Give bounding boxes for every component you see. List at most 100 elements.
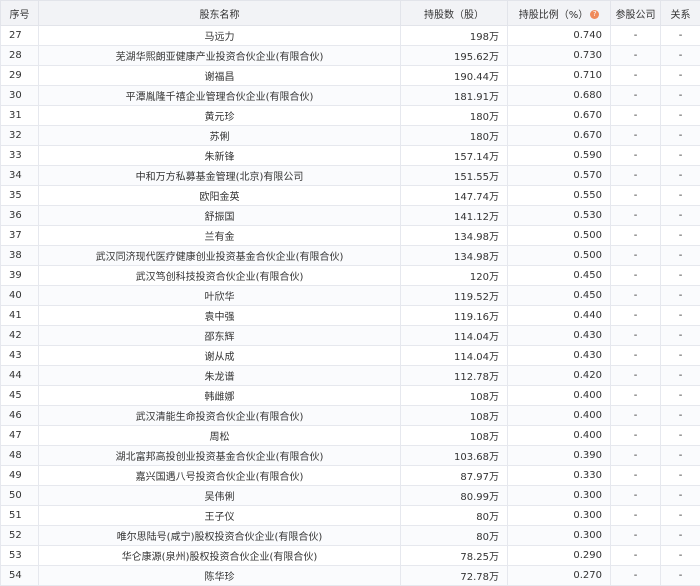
share-ratio: 0.450 <box>508 286 611 306</box>
table-row: 52唯尔思陆号(咸宁)股权投资合伙企业(有限合伙)80万0.300-- <box>1 526 700 546</box>
relation: - <box>661 446 700 466</box>
shareholder-name: 邵东辉 <box>39 326 401 346</box>
affiliated-company: - <box>611 166 661 186</box>
table-row: 39武汉笃创科技投资合伙企业(有限合伙)120万0.450-- <box>1 266 700 286</box>
row-index: 40 <box>1 286 39 306</box>
header-relation: 关系 <box>661 1 700 26</box>
row-index: 41 <box>1 306 39 326</box>
shares-count: 108万 <box>401 406 508 426</box>
share-ratio: 0.440 <box>508 306 611 326</box>
table-header-row: 序号 股东名称 持股数（股） 持股比例（%）? 参股公司 关系 <box>1 1 700 26</box>
shares-count: 134.98万 <box>401 246 508 266</box>
relation: - <box>661 466 700 486</box>
row-index: 39 <box>1 266 39 286</box>
affiliated-company: - <box>611 126 661 146</box>
share-ratio: 0.670 <box>508 106 611 126</box>
row-index: 33 <box>1 146 39 166</box>
affiliated-company: - <box>611 266 661 286</box>
row-index: 43 <box>1 346 39 366</box>
share-ratio: 0.570 <box>508 166 611 186</box>
relation: - <box>661 386 700 406</box>
shareholder-name: 唯尔思陆号(咸宁)股权投资合伙企业(有限合伙) <box>39 526 401 546</box>
row-index: 37 <box>1 226 39 246</box>
relation: - <box>661 486 700 506</box>
affiliated-company: - <box>611 66 661 86</box>
table-row: 32苏俐180万0.670-- <box>1 126 700 146</box>
shares-count: 134.98万 <box>401 226 508 246</box>
affiliated-company: - <box>611 206 661 226</box>
relation: - <box>661 366 700 386</box>
table-row: 54陈华珍72.78万0.270-- <box>1 566 700 586</box>
relation: - <box>661 506 700 526</box>
affiliated-company: - <box>611 346 661 366</box>
affiliated-company: - <box>611 386 661 406</box>
relation: - <box>661 326 700 346</box>
table-row: 36舒振国141.12万0.530-- <box>1 206 700 226</box>
row-index: 27 <box>1 26 39 46</box>
shares-count: 198万 <box>401 26 508 46</box>
shareholder-name: 武汉清能生命投资合伙企业(有限合伙) <box>39 406 401 426</box>
row-index: 35 <box>1 186 39 206</box>
share-ratio: 0.550 <box>508 186 611 206</box>
share-ratio: 0.500 <box>508 226 611 246</box>
shareholder-name: 湖北富邦高投创业投资基金合伙企业(有限合伙) <box>39 446 401 466</box>
shares-count: 114.04万 <box>401 326 508 346</box>
relation: - <box>661 226 700 246</box>
share-ratio: 0.400 <box>508 406 611 426</box>
shareholder-name: 芜湖华熙朗亚健康产业投资合伙企业(有限合伙) <box>39 46 401 66</box>
table-row: 45韩雌娜108万0.400-- <box>1 386 700 406</box>
shares-count: 80万 <box>401 506 508 526</box>
shareholder-name: 马远力 <box>39 26 401 46</box>
shareholder-name: 陈华珍 <box>39 566 401 586</box>
header-shares[interactable]: 持股数（股） <box>401 1 508 26</box>
row-index: 51 <box>1 506 39 526</box>
table-row: 42邵东辉114.04万0.430-- <box>1 326 700 346</box>
row-index: 28 <box>1 46 39 66</box>
relation: - <box>661 66 700 86</box>
table-row: 47周松108万0.400-- <box>1 426 700 446</box>
affiliated-company: - <box>611 406 661 426</box>
info-icon[interactable]: ? <box>590 10 599 19</box>
relation: - <box>661 306 700 326</box>
shareholder-name: 周松 <box>39 426 401 446</box>
table-row: 48湖北富邦高投创业投资基金合伙企业(有限合伙)103.68万0.390-- <box>1 446 700 466</box>
share-ratio: 0.300 <box>508 506 611 526</box>
share-ratio: 0.530 <box>508 206 611 226</box>
table-row: 33朱新锋157.14万0.590-- <box>1 146 700 166</box>
row-index: 31 <box>1 106 39 126</box>
relation: - <box>661 346 700 366</box>
table-row: 43谢从成114.04万0.430-- <box>1 346 700 366</box>
shares-count: 120万 <box>401 266 508 286</box>
shareholder-name: 叶欣华 <box>39 286 401 306</box>
table-row: 50吴伟俐80.99万0.300-- <box>1 486 700 506</box>
shareholder-name: 韩雌娜 <box>39 386 401 406</box>
table-row: 40叶欣华119.52万0.450-- <box>1 286 700 306</box>
row-index: 47 <box>1 426 39 446</box>
table-row: 37兰有金134.98万0.500-- <box>1 226 700 246</box>
shareholder-name: 王子仪 <box>39 506 401 526</box>
row-index: 48 <box>1 446 39 466</box>
row-index: 52 <box>1 526 39 546</box>
shares-count: 181.91万 <box>401 86 508 106</box>
row-index: 42 <box>1 326 39 346</box>
shareholder-name: 朱龙谱 <box>39 366 401 386</box>
affiliated-company: - <box>611 486 661 506</box>
table-row: 38武汉同济现代医疗健康创业投资基金合伙企业(有限合伙)134.98万0.500… <box>1 246 700 266</box>
shareholder-name: 朱新锋 <box>39 146 401 166</box>
header-company: 参股公司 <box>611 1 661 26</box>
share-ratio: 0.680 <box>508 86 611 106</box>
affiliated-company: - <box>611 106 661 126</box>
row-index: 44 <box>1 366 39 386</box>
table-row: 41袁中强119.16万0.440-- <box>1 306 700 326</box>
share-ratio: 0.670 <box>508 126 611 146</box>
shares-count: 112.78万 <box>401 366 508 386</box>
affiliated-company: - <box>611 46 661 66</box>
table-row: 27马远力198万0.740-- <box>1 26 700 46</box>
shareholder-name: 黄元珍 <box>39 106 401 126</box>
row-index: 32 <box>1 126 39 146</box>
table-row: 53华仑康源(泉州)股权投资合伙企业(有限合伙)78.25万0.290-- <box>1 546 700 566</box>
affiliated-company: - <box>611 426 661 446</box>
row-index: 30 <box>1 86 39 106</box>
header-ratio[interactable]: 持股比例（%）? <box>508 1 611 26</box>
relation: - <box>661 206 700 226</box>
